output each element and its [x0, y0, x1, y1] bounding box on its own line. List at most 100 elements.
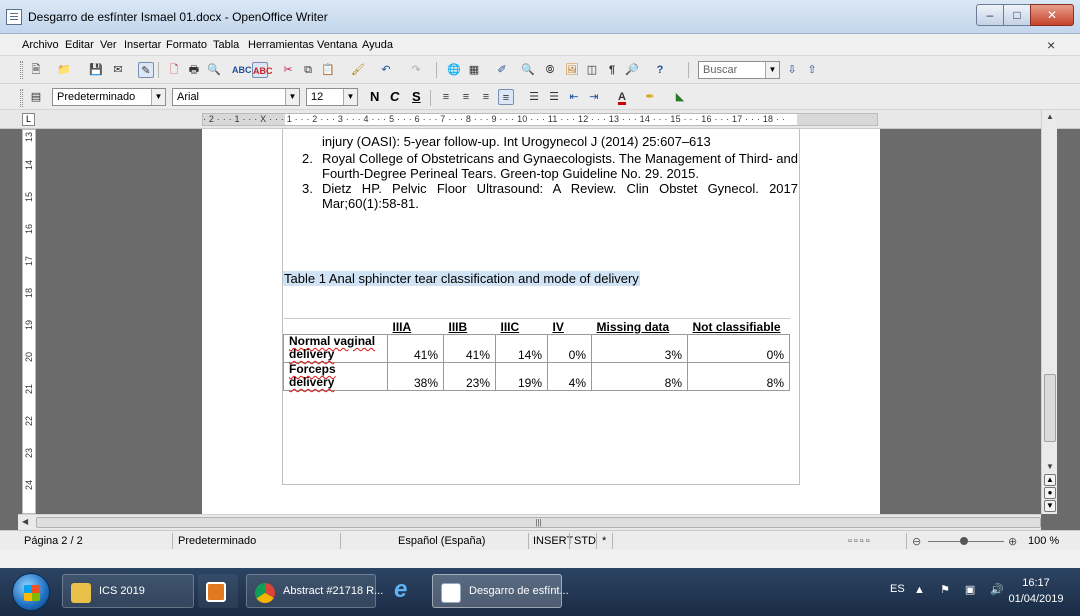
scroll-up-icon[interactable]: ▲ [1044, 112, 1056, 121]
font-color-icon[interactable]: A [614, 89, 630, 105]
find-previous-icon[interactable]: ⇧ [804, 62, 820, 78]
align-center-icon[interactable]: ≡ [458, 89, 474, 105]
print-icon[interactable]: 🖶 [186, 62, 202, 78]
menu-ayuda[interactable]: Ayuda [362, 39, 393, 51]
bullets-icon[interactable]: ☰ [546, 89, 562, 105]
taskbar-item-writer[interactable]: Desgarro de esfínt... [432, 574, 569, 608]
tray-icons[interactable]: ▲ ⚑ ▣ 🔊 [914, 583, 1010, 596]
zoom-slider-handle[interactable] [960, 537, 968, 545]
numbering-icon[interactable]: ☰ [526, 89, 542, 105]
highlighting-icon[interactable]: ✒ [642, 89, 658, 105]
taskbar-item-internet-explorer[interactable]: e [384, 574, 424, 608]
menu-insertar[interactable]: Insertar [124, 39, 161, 51]
data-sources-icon[interactable]: ◫ [584, 62, 600, 78]
clock-time[interactable]: 16:17 [1014, 577, 1058, 589]
chevron-down-icon[interactable]: ▼ [765, 62, 779, 78]
horizontal-ruler[interactable]: L · 2 · · · 1 · · · X · · · 1 · · · 2 · … [0, 110, 1080, 129]
undo-icon[interactable]: ↶ [378, 62, 394, 78]
table-row-label[interactable]: Normal vaginal delivery [283, 334, 388, 363]
menu-ventana[interactable]: Ventana [317, 39, 357, 51]
page-indicator[interactable]: Página 2 / 2 [24, 535, 83, 547]
align-right-icon[interactable]: ≡ [478, 89, 494, 105]
zoom-icon[interactable]: 🔎 [624, 62, 640, 78]
table-cell[interactable]: 14% [495, 334, 548, 363]
scroll-left-icon[interactable]: ◀ [22, 517, 28, 526]
table-cell[interactable]: 41% [387, 334, 444, 363]
background-color-icon[interactable]: ◣ [672, 89, 688, 105]
view-layout-icon[interactable]: ▫▫▫▫ [848, 535, 872, 547]
next-page-icon[interactable]: ▼ [1044, 500, 1056, 512]
table-header-cell[interactable]: IIIC [495, 318, 548, 335]
table-cell[interactable]: 38% [387, 362, 444, 391]
align-left-icon[interactable]: ≡ [438, 89, 454, 105]
chevron-down-icon[interactable]: ▼ [285, 89, 299, 105]
email-icon[interactable]: ✉ [110, 62, 126, 78]
paste-icon[interactable]: 📋 [320, 62, 336, 78]
table-cell[interactable]: 41% [443, 334, 496, 363]
table-icon[interactable]: ▦ [466, 62, 482, 78]
table-header-cell[interactable]: IIIA [387, 318, 444, 335]
table-cell[interactable]: 8% [591, 362, 688, 391]
copy-icon[interactable]: ⧉ [300, 62, 316, 78]
table-cell[interactable]: 0% [687, 334, 790, 363]
menu-formato[interactable]: Formato [166, 39, 207, 51]
maximize-button[interactable]: □ [1003, 4, 1031, 26]
table-caption[interactable]: Table 1 Anal sphincter tear classificati… [283, 271, 640, 286]
table-header-cell[interactable]: IIIB [443, 318, 496, 335]
table-cell[interactable]: 19% [495, 362, 548, 391]
tab-stop-selector[interactable]: L [22, 113, 35, 126]
justify-icon[interactable]: ≡ [498, 89, 514, 105]
find-replace-icon[interactable]: 🔍 [520, 62, 536, 78]
gallery-icon[interactable]: 🖼 [564, 62, 580, 78]
navigator-icon[interactable]: ⦾ [542, 62, 558, 78]
document-page[interactable]: injury (OASI): 5-year follow-up. Int Uro… [202, 129, 880, 514]
horizontal-scroll-thumb[interactable]: ||| [36, 517, 1041, 528]
menu-tabla[interactable]: Tabla [213, 39, 239, 51]
bold-button[interactable]: N [370, 89, 379, 104]
show-draw-functions-icon[interactable]: ✐ [494, 62, 510, 78]
data-table[interactable]: IIIA IIIB IIIC IV Missing data Not class… [283, 318, 790, 391]
print-preview-icon[interactable]: 🔍 [206, 62, 222, 78]
clock-date[interactable]: 01/04/2019 [1002, 593, 1070, 605]
save-icon[interactable]: 💾 [88, 62, 104, 78]
reference-2[interactable]: 2. Royal College of Obstetricans and Gyn… [302, 151, 800, 181]
hyperlink-icon[interactable]: 🌐 [446, 62, 462, 78]
italic-button[interactable]: C [390, 89, 399, 104]
table-header-cell[interactable]: Missing data [591, 318, 688, 335]
taskbar-item-media-player[interactable] [198, 574, 238, 608]
help-icon[interactable]: ? [652, 62, 668, 78]
font-size-select[interactable]: 12 ▼ [306, 88, 358, 106]
increase-indent-icon[interactable]: ⇥ [586, 89, 602, 105]
table-cell[interactable]: 3% [591, 334, 688, 363]
table-row-label[interactable]: Forceps delivery [283, 362, 388, 391]
table-cell[interactable]: 23% [443, 362, 496, 391]
toolbar-grip[interactable] [20, 61, 23, 79]
close-document-icon[interactable]: × [1047, 37, 1055, 53]
selection-mode[interactable]: STD [574, 535, 596, 547]
zoom-in-icon[interactable]: ⊕ [1008, 535, 1017, 548]
previous-page-icon[interactable]: ▲ [1044, 474, 1056, 486]
horizontal-scrollbar[interactable]: ◀ ||| [18, 514, 1041, 530]
font-name-select[interactable]: Arial ▼ [172, 88, 300, 106]
toolbar-grip[interactable] [20, 89, 23, 107]
redo-icon[interactable]: ↷ [408, 62, 424, 78]
start-button[interactable] [12, 573, 50, 611]
menu-archivo[interactable]: Archivo [22, 39, 59, 51]
styles-formatting-icon[interactable]: ▤ [28, 89, 44, 105]
export-pdf-icon[interactable]: 🗋 [166, 62, 182, 78]
menu-ver[interactable]: Ver [100, 39, 117, 51]
menu-editar[interactable]: Editar [65, 39, 94, 51]
table-header-cell[interactable]: Not classifiable [687, 318, 790, 335]
clone-formatting-icon[interactable]: 🖌 [350, 62, 366, 78]
find-next-icon[interactable]: ⇩ [784, 62, 800, 78]
taskbar-item-ics-folder[interactable]: ICS 2019 [62, 574, 194, 608]
table-cell[interactable]: 4% [547, 362, 592, 391]
minimize-button[interactable]: – [976, 4, 1004, 26]
search-input[interactable]: Buscar ▼ [698, 61, 780, 79]
reference-3[interactable]: 3. Dietz HP. Pelvic Floor Ultrasound: A … [302, 181, 800, 211]
input-language[interactable]: ES [890, 583, 905, 595]
underline-button[interactable]: S [412, 89, 421, 104]
zoom-out-icon[interactable]: ⊖ [912, 535, 921, 548]
table-cell[interactable]: 0% [547, 334, 592, 363]
edit-mode-icon[interactable]: ✎ [138, 62, 154, 78]
